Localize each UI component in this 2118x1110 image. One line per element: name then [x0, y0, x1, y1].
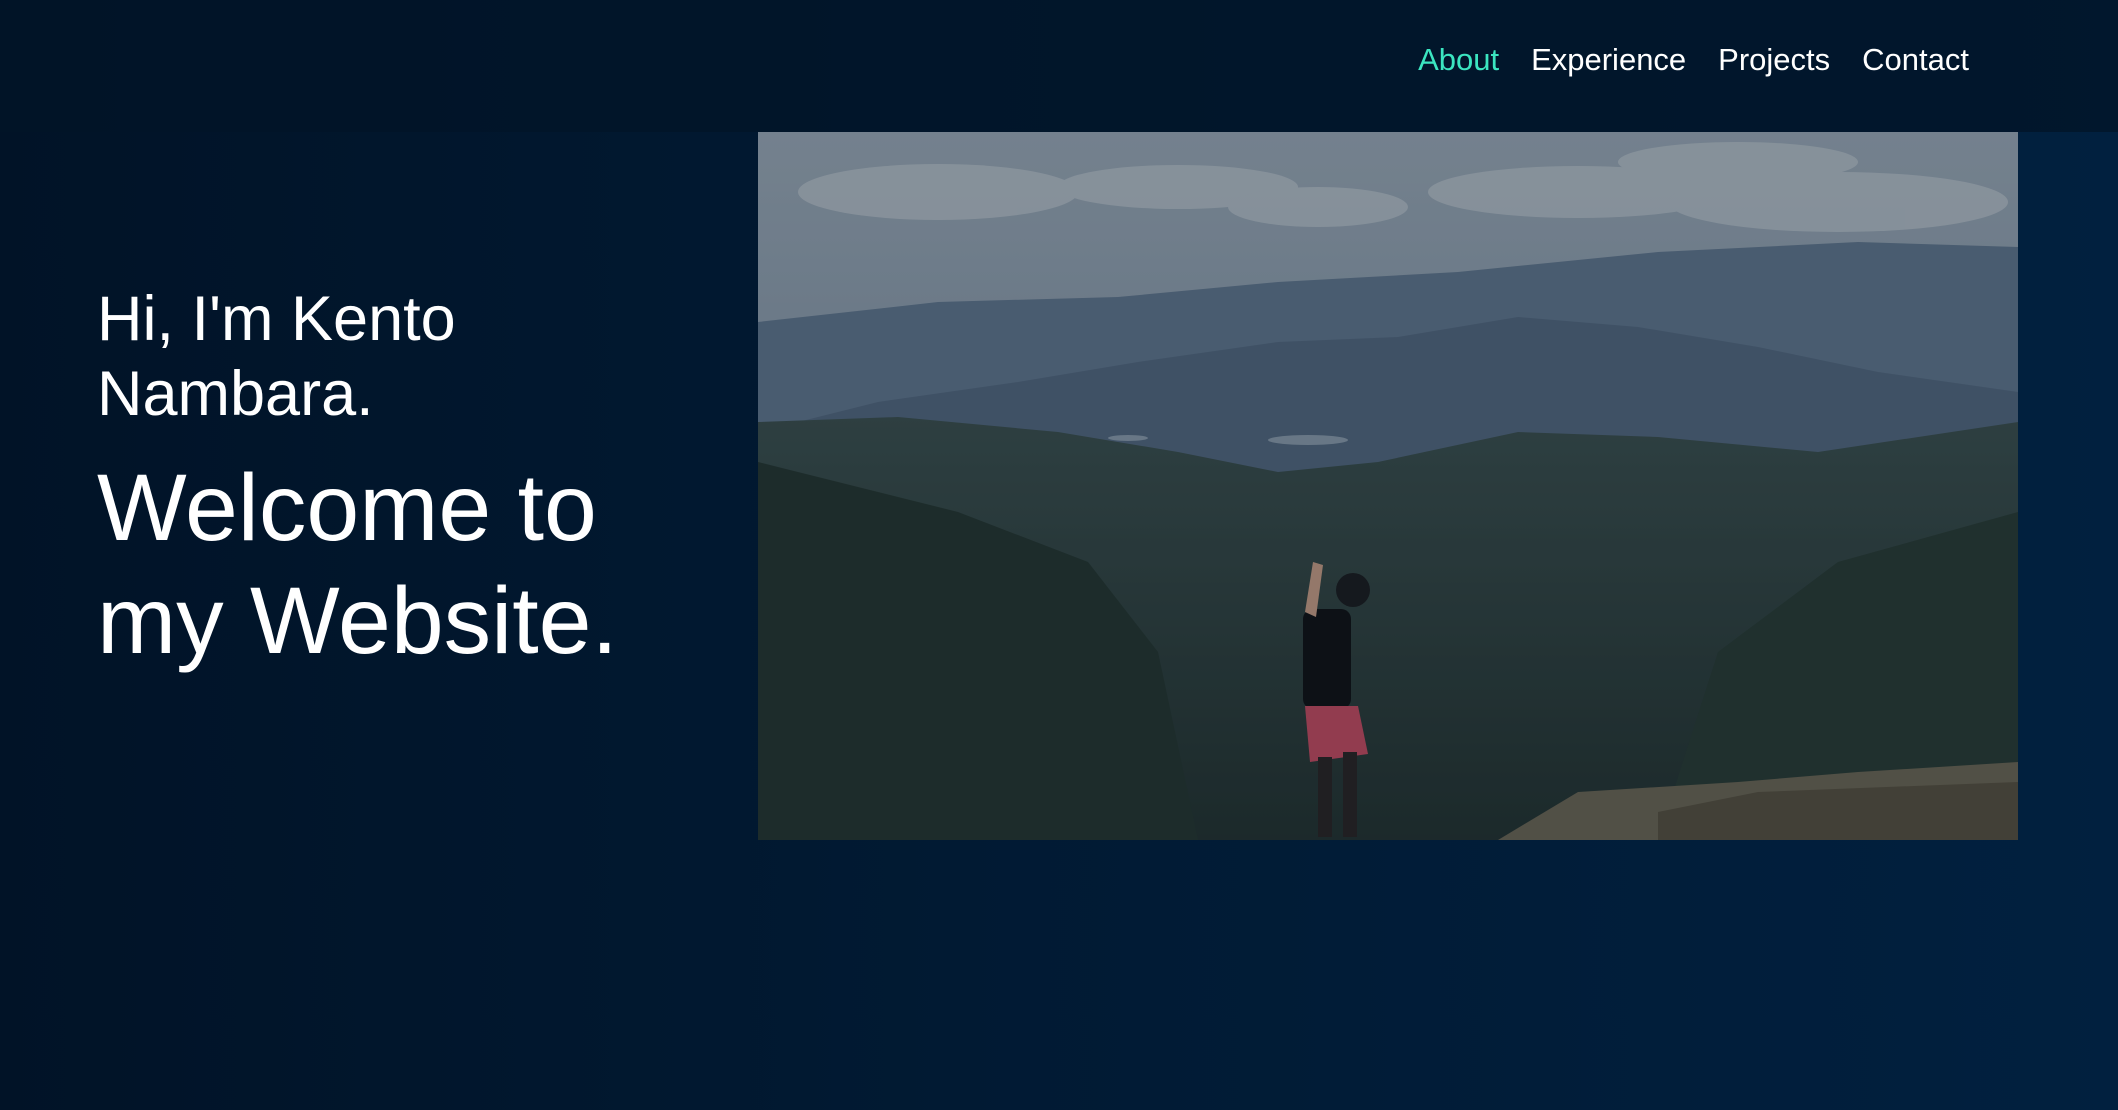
nav-link-projects[interactable]: Projects	[1718, 40, 1830, 80]
hero-text: Hi, I'm Kento Nambara. Welcome to my Web…	[97, 282, 677, 678]
top-navbar: About Experience Projects Contact	[0, 0, 2118, 132]
nav-link-contact[interactable]: Contact	[1862, 40, 1969, 80]
hero-photo	[758, 132, 2018, 840]
nav-links: About Experience Projects Contact	[1418, 40, 1969, 80]
hero-welcome-heading: Welcome to my Website.	[97, 455, 618, 674]
hero-greeting: Hi, I'm Kento Nambara.	[97, 284, 456, 429]
nav-link-experience[interactable]: Experience	[1531, 40, 1686, 80]
nav-link-about[interactable]: About	[1418, 40, 1499, 80]
